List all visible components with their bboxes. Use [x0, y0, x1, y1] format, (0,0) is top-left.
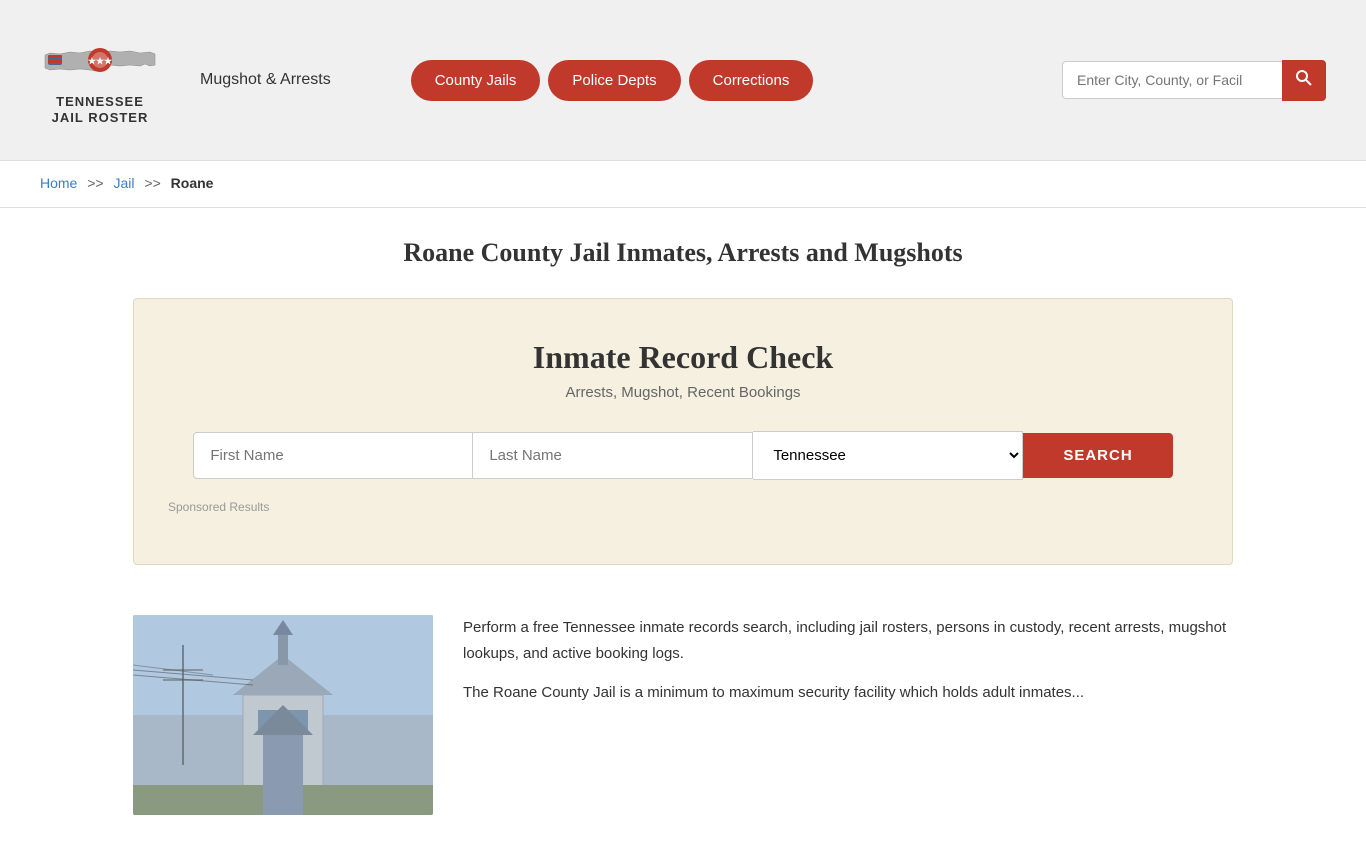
nav-buttons: County Jails Police Depts Corrections	[411, 60, 814, 101]
description-area: Perform a free Tennessee inmate records …	[463, 615, 1233, 815]
first-name-input[interactable]	[193, 432, 473, 479]
main-content: Roane County Jail Inmates, Arrests and M…	[0, 208, 1366, 845]
county-jails-button[interactable]: County Jails	[411, 60, 541, 101]
breadcrumb: Home >> Jail >> Roane	[40, 175, 213, 191]
logo-text: TENNESSEE JAIL ROSTER	[52, 94, 149, 125]
lower-content: Perform a free Tennessee inmate records …	[133, 605, 1233, 815]
record-check-subtitle: Arrests, Mugshot, Recent Bookings	[164, 384, 1202, 401]
description-para2: The Roane County Jail is a minimum to ma…	[463, 680, 1233, 706]
jail-image	[133, 615, 433, 815]
breadcrumb-sep1: >>	[87, 175, 103, 191]
tennessee-logo-svg: ★★★	[40, 35, 160, 90]
sponsored-label: Sponsored Results	[164, 500, 1202, 514]
police-depts-button[interactable]: Police Depts	[548, 60, 680, 101]
last-name-input[interactable]	[473, 432, 753, 479]
inmate-search-form: Tennessee Alabama Georgia Kentucky Missi…	[164, 431, 1202, 480]
breadcrumb-bar: Home >> Jail >> Roane	[0, 160, 1366, 208]
breadcrumb-sep2: >>	[144, 175, 160, 191]
breadcrumb-current: Roane	[171, 175, 214, 191]
header-search	[1062, 60, 1326, 101]
mugshot-arrests-link[interactable]: Mugshot & Arrests	[200, 71, 331, 89]
state-select[interactable]: Tennessee Alabama Georgia Kentucky Missi…	[753, 431, 1023, 480]
inmate-search-button[interactable]: SEARCH	[1023, 433, 1172, 478]
header-search-input[interactable]	[1062, 61, 1282, 99]
breadcrumb-home[interactable]: Home	[40, 175, 77, 191]
site-logo[interactable]: ★★★ TENNESSEE JAIL ROSTER	[40, 35, 160, 125]
svg-text:★★★: ★★★	[88, 56, 113, 66]
page-title: Roane County Jail Inmates, Arrests and M…	[40, 238, 1326, 268]
record-check-box: Inmate Record Check Arrests, Mugshot, Re…	[133, 298, 1233, 565]
header-search-button[interactable]	[1282, 60, 1326, 101]
record-check-heading: Inmate Record Check	[164, 339, 1202, 376]
description-para1: Perform a free Tennessee inmate records …	[463, 615, 1233, 666]
search-icon	[1296, 70, 1312, 86]
breadcrumb-jail[interactable]: Jail	[114, 175, 135, 191]
site-header: ★★★ TENNESSEE JAIL ROSTER Mugshot & Arre…	[0, 0, 1366, 160]
corrections-button[interactable]: Corrections	[689, 60, 814, 101]
jail-building-svg	[133, 615, 433, 815]
